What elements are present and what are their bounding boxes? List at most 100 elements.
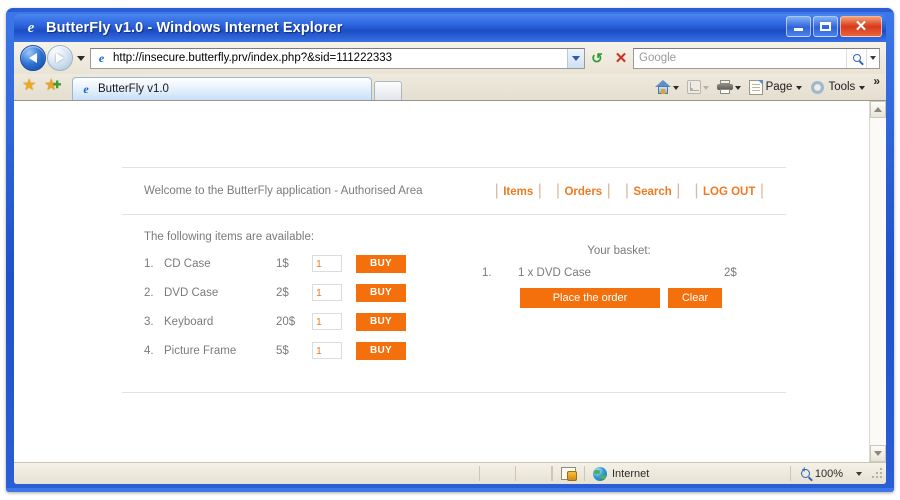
printer-icon	[716, 80, 733, 94]
chevron-down-icon[interactable]	[796, 86, 803, 90]
close-button[interactable]: ✕	[840, 16, 882, 37]
item-name: Picture Frame	[164, 344, 237, 357]
nav-item-orders[interactable]: | Orders |	[556, 182, 611, 200]
favorites-star-icon[interactable]: ★	[22, 78, 39, 96]
tools-menu-label: Tools	[828, 81, 856, 93]
refresh-button[interactable]: ↺	[585, 47, 609, 69]
buy-button[interactable]: BUY	[356, 254, 406, 273]
items-heading: The following items are available:	[144, 231, 315, 243]
vertical-scrollbar[interactable]	[869, 101, 886, 462]
item-name: Keyboard	[164, 315, 214, 328]
nav-pipe: |	[494, 182, 499, 199]
home-button[interactable]	[653, 76, 685, 98]
protected-mode-icon	[561, 467, 577, 481]
search-provider-dropdown-icon[interactable]	[866, 48, 879, 68]
stop-button[interactable]: ✕	[609, 47, 633, 69]
quantity-input[interactable]	[312, 313, 342, 330]
buy-button[interactable]: BUY	[356, 312, 406, 331]
new-tab-button[interactable]	[374, 81, 402, 100]
buy-button[interactable]: BUY	[356, 341, 406, 360]
zoom-icon	[800, 466, 810, 478]
app-header: Welcome to the ButterFly application - A…	[122, 168, 786, 214]
page-viewport: Welcome to the ButterFly application - A…	[14, 100, 886, 462]
page-icon	[748, 79, 763, 95]
item-row: 1. CD Case 1$ BUY	[144, 254, 474, 273]
search-input[interactable]: Google	[633, 47, 880, 69]
basket-column: Your basket: 1. 1 x DVD Case 2$ Place th…	[474, 231, 764, 370]
item-number: 2.	[144, 286, 154, 299]
nav-pipe: |	[624, 182, 629, 199]
home-icon	[654, 79, 671, 95]
nav-item-items[interactable]: | Items |	[495, 182, 542, 200]
tools-menu-button[interactable]: Tools	[808, 76, 871, 98]
page-menu-button[interactable]: Page	[747, 76, 809, 98]
address-url-text: http://insecure.butterfly.prv/index.php?…	[113, 52, 393, 64]
app-nav: | Items | | Orders | | Search | | LOG OU…	[495, 182, 764, 200]
window-controls: ✕	[786, 16, 882, 37]
nav-link-logout[interactable]: LOG OUT	[703, 186, 755, 198]
app-columns: The following items are available: 1. CD…	[122, 215, 786, 370]
nav-link-orders[interactable]: Orders	[564, 186, 602, 198]
quantity-input[interactable]	[312, 284, 342, 301]
item-price: 2$	[276, 286, 289, 299]
basket-row: 1. 1 x DVD Case 2$	[474, 267, 764, 279]
item-price: 5$	[276, 344, 289, 357]
page-menu-label: Page	[765, 81, 793, 93]
page-content: Welcome to the ButterFly application - A…	[14, 101, 869, 462]
globe-icon	[593, 466, 607, 481]
item-name: CD Case	[164, 257, 211, 270]
command-overflow-icon[interactable]: »	[873, 75, 880, 87]
quantity-input[interactable]	[312, 255, 342, 272]
item-number: 3.	[144, 315, 154, 328]
nav-pipe: |	[606, 182, 611, 199]
nav-item-search[interactable]: | Search |	[625, 182, 681, 200]
scroll-down-button[interactable]	[870, 445, 886, 462]
scrollbar-track[interactable]	[870, 118, 886, 445]
add-to-favorites-icon[interactable]: ★ ✚	[44, 78, 61, 96]
place-order-button[interactable]: Place the order	[520, 288, 660, 308]
tab-bar: ★ ★ ✚ e ButterFly v1.0 Page Tools »	[14, 74, 886, 100]
nav-link-items[interactable]: Items	[503, 186, 533, 198]
security-zone-indicator[interactable]: Internet	[584, 466, 657, 481]
address-dropdown-icon[interactable]	[567, 48, 584, 68]
item-row: 3. Keyboard 20$ BUY	[144, 312, 474, 331]
resize-grip[interactable]	[872, 467, 884, 480]
item-name: DVD Case	[164, 286, 219, 299]
chevron-down-icon[interactable]	[859, 86, 866, 90]
back-button[interactable]	[20, 45, 46, 71]
address-bar-row: e http://insecure.butterfly.prv/index.ph…	[14, 42, 886, 74]
zoom-level-label: 100%	[814, 467, 843, 480]
status-segment	[516, 466, 552, 481]
buy-button[interactable]: BUY	[356, 283, 406, 302]
scroll-up-button[interactable]	[870, 101, 886, 118]
chevron-down-icon[interactable]	[856, 471, 862, 476]
nav-pipe: |	[537, 182, 542, 199]
zoom-control[interactable]: 100%	[789, 466, 868, 481]
window-inner-frame: e ButterFly v1.0 - Windows Internet Expl…	[6, 8, 894, 492]
forward-button[interactable]	[47, 45, 73, 71]
status-message-area	[14, 466, 444, 481]
chevron-down-icon[interactable]	[734, 86, 741, 90]
status-bar: Internet 100%	[14, 462, 886, 484]
nav-item-logout[interactable]: | LOG OUT |	[694, 182, 764, 200]
clear-basket-button[interactable]: Clear	[668, 288, 722, 308]
maximize-button[interactable]	[813, 16, 838, 37]
search-placeholder: Google	[639, 52, 677, 64]
address-input[interactable]: e http://insecure.butterfly.prv/index.ph…	[90, 47, 585, 69]
chevron-down-icon[interactable]	[702, 86, 709, 90]
ie-logo-icon: e	[27, 19, 35, 36]
items-column: The following items are available: 1. CD…	[144, 231, 474, 370]
basket-item-number: 1.	[482, 267, 492, 279]
quantity-input[interactable]	[312, 342, 342, 359]
item-row: 2. DVD Case 2$ BUY	[144, 283, 474, 302]
tab-label: ButterFly v1.0	[98, 83, 169, 95]
tab-butterfly[interactable]: e ButterFly v1.0	[72, 77, 372, 100]
nav-link-search[interactable]: Search	[633, 186, 671, 198]
protected-mode-indicator[interactable]	[552, 466, 584, 481]
minimize-button[interactable]	[786, 16, 811, 37]
chevron-down-icon[interactable]	[672, 86, 679, 90]
chevron-down-icon[interactable]	[77, 55, 85, 61]
print-button[interactable]	[715, 76, 747, 98]
search-icon[interactable]	[846, 48, 866, 68]
feeds-button[interactable]	[685, 76, 715, 98]
